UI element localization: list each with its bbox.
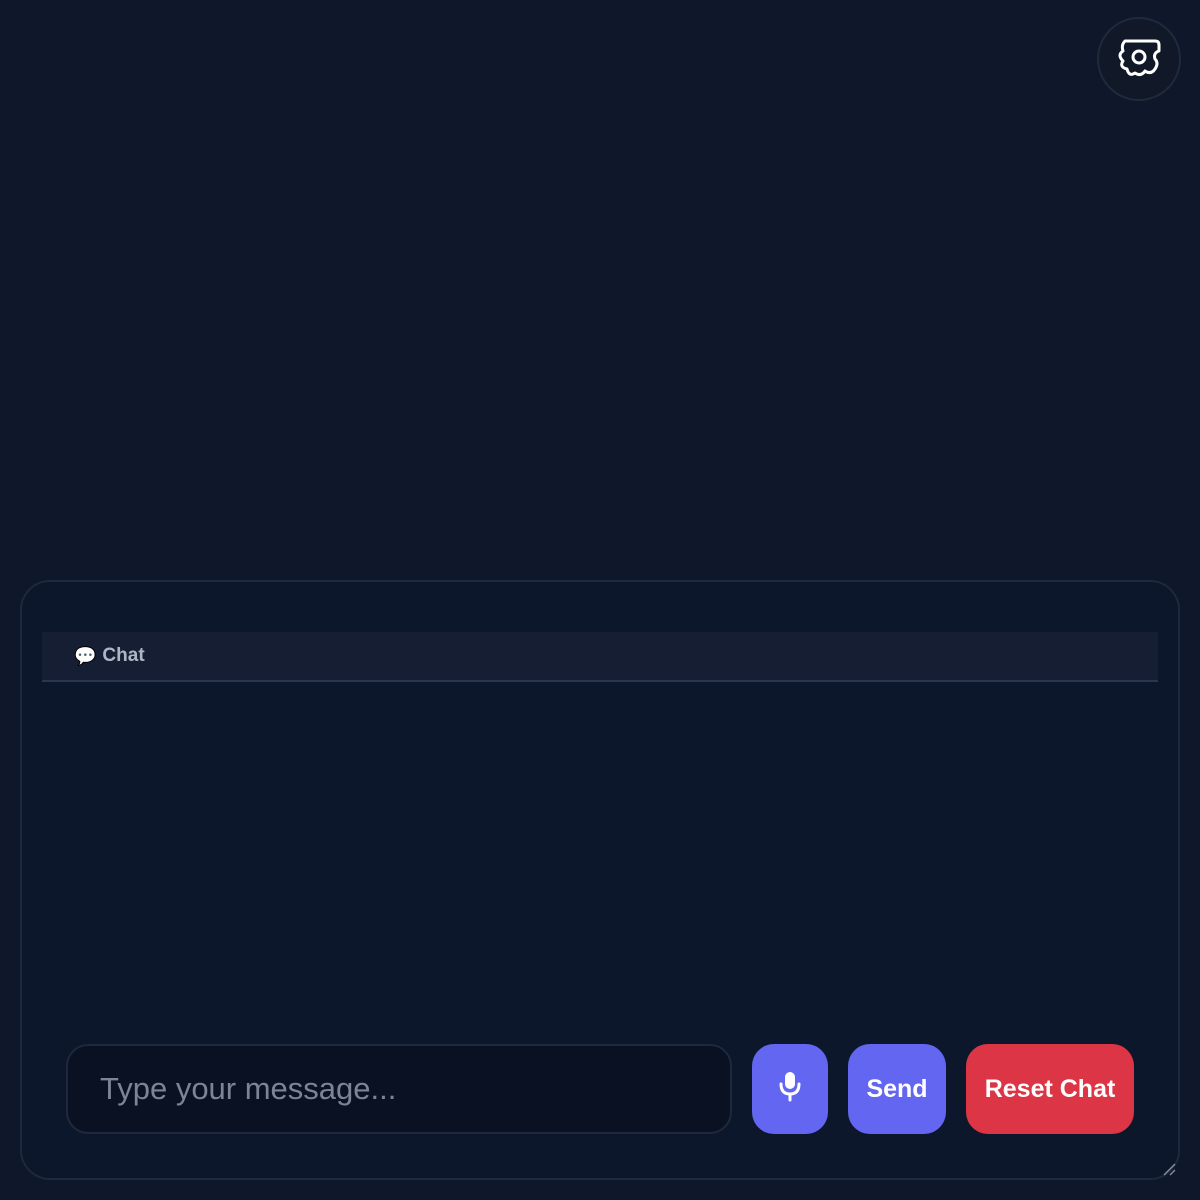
settings-button[interactable] [1097, 17, 1181, 101]
tab-chat-label: Chat [102, 645, 145, 666]
tab-chat[interactable]: 💬 Chat [74, 632, 145, 680]
tab-bar: 💬 Chat [42, 632, 1158, 682]
send-button[interactable]: Send [848, 1044, 946, 1134]
microphone-icon [777, 1070, 803, 1109]
composer: Send Reset Chat [66, 1044, 1134, 1134]
microphone-button[interactable] [752, 1044, 828, 1134]
message-input[interactable] [66, 1044, 732, 1134]
speech-bubble-icon: 💬 [74, 645, 97, 666]
resize-handle[interactable] [1162, 1162, 1176, 1176]
chat-panel: 💬 Chat Send Reset Chat [20, 580, 1180, 1180]
reset-chat-button[interactable]: Reset Chat [966, 1044, 1134, 1134]
settings-gear-icon [1115, 33, 1163, 86]
